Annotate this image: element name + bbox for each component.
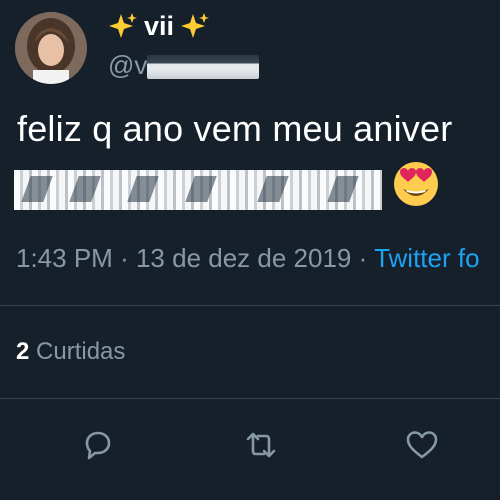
likes-number: 2 — [16, 338, 30, 365]
display-name-row: vii — [108, 6, 210, 46]
tweet-time[interactable]: 1:43 PM — [16, 243, 113, 273]
tweet-metadata: 1:43 PM · 13 de dez de 2019 · Twitter fo — [16, 243, 480, 274]
display-name[interactable]: vii — [144, 11, 174, 42]
likes-count[interactable]: 2 Curtidas — [16, 338, 125, 366]
tweet-text: feliz q ano vem meu aniver — [17, 108, 453, 149]
divider — [0, 398, 500, 399]
heart-icon — [406, 431, 438, 459]
reply-button[interactable] — [77, 425, 117, 465]
user-handle[interactable]: @vi — [108, 50, 260, 81]
heart-eyes-emoji-icon — [394, 162, 438, 206]
retweet-icon — [246, 432, 276, 458]
tweet-source-link[interactable]: Twitter fo — [374, 243, 479, 273]
redacted-text — [14, 170, 382, 210]
sparkles-icon — [109, 13, 137, 38]
divider — [0, 305, 500, 306]
tweet-date[interactable]: 13 de dez de 2019 — [136, 243, 351, 273]
retweet-button[interactable] — [241, 425, 281, 465]
meta-separator: · — [120, 243, 129, 273]
sparkles-icon — [181, 13, 210, 38]
avatar[interactable] — [15, 12, 87, 84]
like-button[interactable] — [402, 425, 442, 465]
meta-separator: · — [358, 243, 368, 273]
redaction-mask — [147, 55, 260, 80]
reply-icon — [85, 431, 111, 460]
likes-label: Curtidas — [36, 338, 126, 365]
